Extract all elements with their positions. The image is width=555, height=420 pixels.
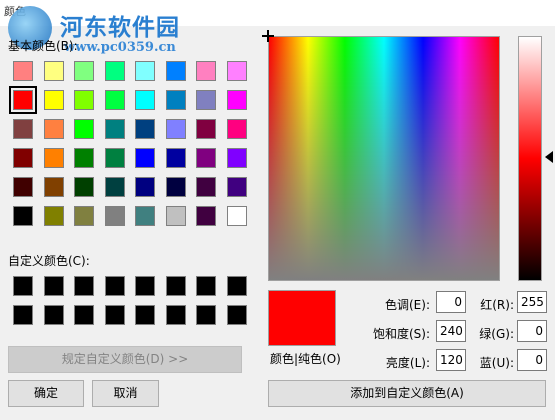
saturation-field[interactable]: 240 [436,320,466,342]
basic-color-swatch[interactable] [165,61,186,81]
custom-color-swatch[interactable] [135,305,155,325]
basic-color-swatch[interactable] [104,177,125,197]
color-preview-label: 颜色|纯色(O) [270,352,341,366]
basic-color-swatch[interactable] [196,177,216,197]
basic-color-swatch[interactable] [74,177,94,197]
basic-color-swatch[interactable] [13,61,33,81]
hue-field[interactable]: 0 [436,291,466,313]
custom-color-swatch[interactable] [43,305,64,325]
color-preview [268,290,336,346]
basic-color-swatch[interactable] [135,177,155,197]
custom-color-swatch[interactable] [74,305,94,325]
basic-color-swatch[interactable] [74,90,94,110]
blue-field[interactable]: 0 [517,349,547,371]
basic-color-swatch[interactable] [74,148,94,168]
basic-color-swatch[interactable] [104,148,125,168]
green-field[interactable]: 0 [517,320,547,342]
basic-color-swatch[interactable] [13,206,33,226]
add-to-custom-colors-button[interactable]: 添加到自定义颜色(A) [268,380,546,407]
luminance-arrow-icon[interactable] [545,151,553,163]
basic-color-swatch[interactable] [74,61,94,81]
watermark-title: 河东软件园 [60,14,180,41]
luminance-field[interactable]: 120 [436,349,466,371]
custom-color-swatch[interactable] [104,305,125,325]
basic-color-swatch[interactable] [196,61,216,81]
basic-color-swatch[interactable] [226,90,247,110]
red-field[interactable]: 255 [517,291,547,313]
custom-color-swatch[interactable] [165,305,186,325]
basic-color-swatch[interactable] [74,119,94,139]
custom-color-swatch[interactable] [104,276,125,296]
basic-color-swatch[interactable] [104,119,125,139]
custom-colors-label: 自定义颜色(C): [8,254,90,268]
saturation-label: 饱和度(S): [372,327,430,341]
basic-color-swatch[interactable] [43,148,64,168]
custom-color-swatch[interactable] [226,276,247,296]
red-label: 红(R): [480,298,514,312]
basic-color-swatch[interactable] [135,119,155,139]
watermark-url: www.pc0359.cn [64,40,176,55]
basic-color-swatch[interactable] [9,86,37,114]
basic-color-swatch[interactable] [43,61,64,81]
basic-color-swatch[interactable] [43,177,64,197]
basic-color-swatch[interactable] [135,148,155,168]
basic-color-swatch[interactable] [226,119,247,139]
hue-label: 色调(E): [385,298,430,312]
basic-color-swatch[interactable] [104,206,125,226]
basic-color-swatch[interactable] [196,119,216,139]
cancel-button[interactable]: 取消 [92,380,159,407]
custom-color-swatch[interactable] [165,276,186,296]
basic-color-swatch[interactable] [226,148,247,168]
basic-color-swatch[interactable] [226,61,247,81]
custom-color-swatch[interactable] [135,276,155,296]
blue-label: 蓝(U): [479,356,514,370]
basic-color-swatch[interactable] [165,177,186,197]
basic-color-swatch[interactable] [226,206,247,226]
basic-color-swatch[interactable] [43,90,64,110]
ok-button[interactable]: 确定 [8,380,84,407]
basic-color-swatch[interactable] [43,119,64,139]
luminance-label: 亮度(L): [385,356,430,370]
define-custom-colors-button[interactable]: 规定自定义颜色(D) >> [8,346,242,373]
custom-color-swatch[interactable] [13,276,33,296]
basic-color-swatch[interactable] [226,177,247,197]
basic-color-swatch[interactable] [13,148,33,168]
basic-color-swatch[interactable] [74,206,94,226]
basic-color-swatch[interactable] [13,119,33,139]
basic-color-swatch[interactable] [13,177,33,197]
luminance-slider[interactable] [518,36,542,281]
basic-color-swatch[interactable] [135,206,155,226]
basic-color-swatch[interactable] [165,119,186,139]
basic-color-swatch[interactable] [165,90,186,110]
color-spectrum[interactable] [268,36,500,281]
green-label: 绿(G): [479,327,514,341]
basic-color-swatch[interactable] [135,90,155,110]
basic-color-swatch[interactable] [135,61,155,81]
custom-color-swatch[interactable] [196,276,216,296]
custom-color-swatch[interactable] [226,305,247,325]
custom-color-swatch[interactable] [43,276,64,296]
custom-color-swatch[interactable] [74,276,94,296]
basic-color-swatch[interactable] [196,206,216,226]
basic-colors-label: 基本颜色(B): [8,39,78,53]
basic-color-swatch[interactable] [196,90,216,110]
basic-color-swatch[interactable] [104,90,125,110]
basic-color-swatch[interactable] [165,148,186,168]
custom-color-swatch[interactable] [196,305,216,325]
custom-color-swatch[interactable] [13,305,33,325]
basic-color-swatch[interactable] [104,61,125,81]
basic-color-swatch[interactable] [165,206,186,226]
basic-color-swatch[interactable] [43,206,64,226]
spectrum-crosshair-icon [262,30,274,42]
basic-color-swatch[interactable] [196,148,216,168]
